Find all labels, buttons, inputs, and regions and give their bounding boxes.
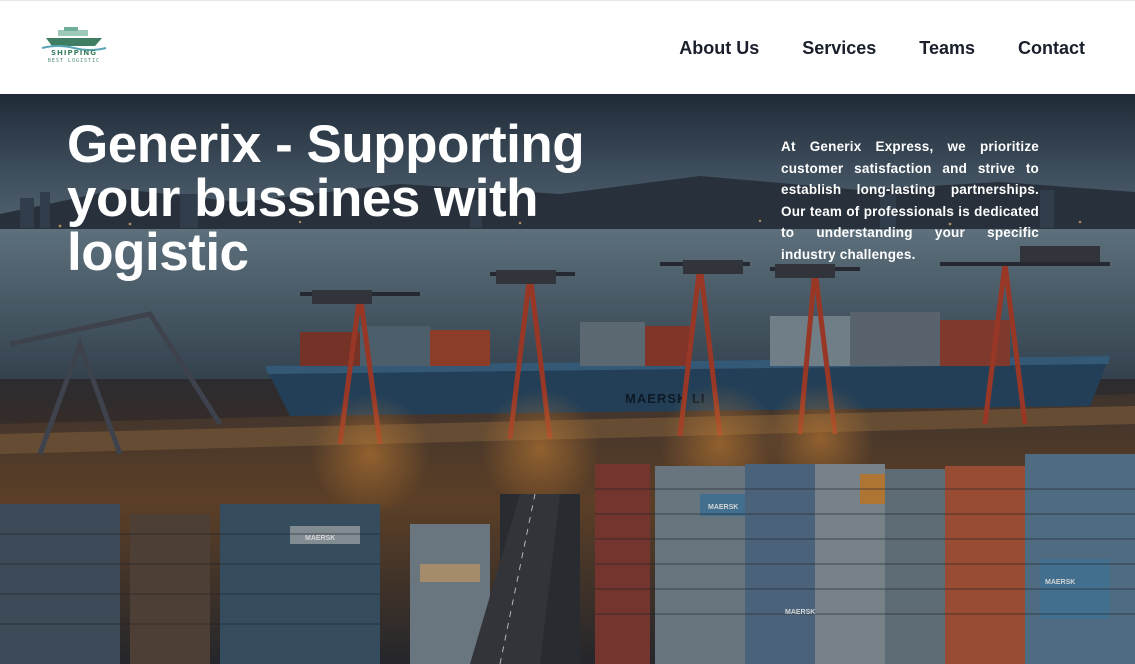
hero-description: At Generix Express, we prioritize custom…: [781, 139, 1039, 262]
logo-subtext: BEST LOGISTIC: [47, 58, 101, 64]
logo-text: SHIPPING: [51, 49, 97, 57]
hero-section: MAERSK LI MAERSK MAERSK MAERSK MAERSK Ge…: [0, 94, 1135, 664]
brand-logo[interactable]: SHIPPING BEST LOGISTIC: [40, 27, 108, 69]
nav-services[interactable]: Services: [802, 37, 876, 59]
nav-contact[interactable]: Contact: [1018, 37, 1085, 59]
site-header: SHIPPING BEST LOGISTIC About Us Services…: [0, 0, 1135, 94]
ship-logo-icon: [41, 27, 107, 51]
nav-teams[interactable]: Teams: [919, 37, 975, 59]
hero-title: Generix - Supporting your bussines with …: [67, 115, 585, 282]
nav-about-us[interactable]: About Us: [679, 37, 759, 59]
main-nav: About Us Services Teams Contact: [679, 37, 1085, 59]
